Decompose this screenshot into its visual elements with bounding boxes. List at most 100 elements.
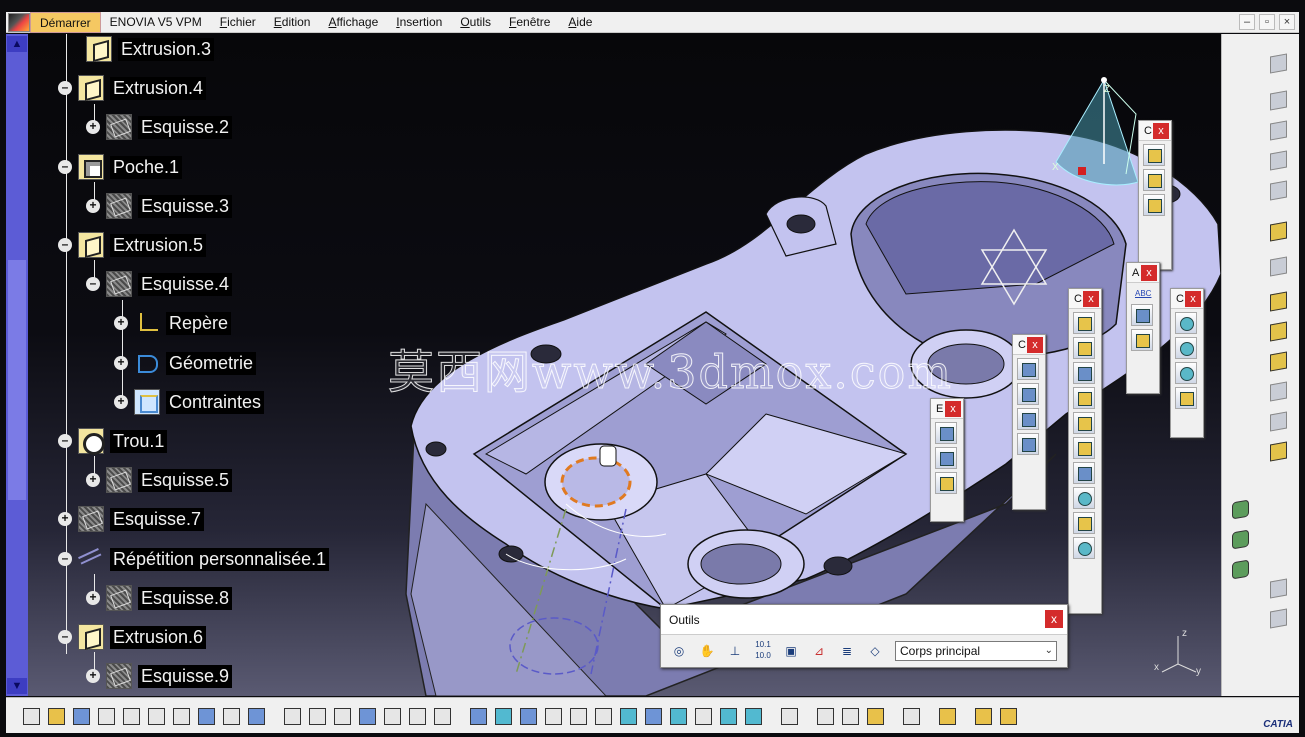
fly-icon[interactable]	[467, 705, 489, 727]
open-folder-icon[interactable]	[45, 705, 67, 727]
menu-tools[interactable]: Outils	[451, 12, 500, 33]
measure-item-icon[interactable]	[839, 705, 861, 727]
pocket-icon[interactable]	[1266, 349, 1290, 373]
swap-space-icon[interactable]	[742, 705, 764, 727]
tool-button[interactable]	[1266, 118, 1290, 142]
zoom-in-icon[interactable]	[567, 705, 589, 727]
text-abc-label[interactable]: ABC	[1135, 289, 1151, 298]
tool-button[interactable]	[972, 705, 994, 727]
tree-node[interactable]: + Esquisse.2	[86, 112, 233, 142]
tree-node[interactable]: + Géometrie	[114, 348, 257, 378]
scale-button[interactable]: 10.1 10.0	[751, 639, 775, 663]
tool-button[interactable]	[381, 705, 403, 727]
tree-node[interactable]: + Esquisse.8	[86, 583, 233, 613]
redo-icon[interactable]	[220, 705, 242, 727]
tree-node[interactable]: + Esquisse.5	[86, 465, 233, 495]
tool-button[interactable]	[1073, 462, 1095, 484]
print-icon[interactable]	[95, 705, 117, 727]
shading-icon[interactable]	[692, 705, 714, 727]
tool-button[interactable]	[1266, 178, 1290, 202]
menu-insert[interactable]: Insertion	[387, 12, 451, 33]
tool-button[interactable]	[1073, 362, 1095, 384]
tree-node[interactable]: + Esquisse.3	[86, 191, 233, 221]
tool-button[interactable]	[1228, 497, 1252, 521]
tree-node[interactable]: – Trou.1	[58, 426, 168, 456]
iso-view-icon[interactable]	[667, 705, 689, 727]
line-tool-button[interactable]	[935, 447, 957, 469]
expand-icon[interactable]: +	[86, 669, 100, 683]
measure-icon[interactable]: ⊿	[807, 639, 831, 663]
shaft-icon[interactable]	[1266, 319, 1290, 343]
table-icon[interactable]	[356, 705, 378, 727]
tool-button[interactable]	[1175, 312, 1197, 334]
tool-button[interactable]	[431, 705, 453, 727]
pan-icon[interactable]	[517, 705, 539, 727]
tool-button[interactable]	[1017, 433, 1039, 455]
close-button[interactable]: ×	[1279, 14, 1295, 30]
tool-button[interactable]	[1073, 512, 1095, 534]
measure-between-icon[interactable]	[814, 705, 836, 727]
tool-button[interactable]	[1073, 312, 1095, 334]
close-icon[interactable]: x	[945, 401, 961, 417]
collapse-icon[interactable]: –	[58, 81, 72, 95]
rib-icon[interactable]	[1266, 439, 1290, 463]
rotate-icon[interactable]	[542, 705, 564, 727]
collapse-icon[interactable]: –	[58, 552, 72, 566]
menu-edit[interactable]: Edition	[265, 12, 320, 33]
undo-icon[interactable]	[195, 705, 217, 727]
menu-view[interactable]: Affichage	[319, 12, 387, 33]
close-icon[interactable]: x	[1045, 610, 1063, 628]
comment-icon[interactable]	[306, 705, 328, 727]
groove-icon[interactable]	[1266, 379, 1290, 403]
tool-button[interactable]	[1266, 576, 1290, 600]
tool-button[interactable]	[1228, 557, 1252, 581]
tool-button[interactable]	[1266, 148, 1290, 172]
sketch-icon[interactable]	[1266, 254, 1290, 278]
close-icon[interactable]: x	[1185, 291, 1201, 307]
tool-button[interactable]	[1073, 487, 1095, 509]
close-icon[interactable]: x	[1083, 291, 1099, 307]
current-body-select[interactable]: Corps principal ⌄	[895, 641, 1057, 661]
tool-button[interactable]	[1228, 527, 1252, 551]
tool-button[interactable]	[1073, 387, 1095, 409]
tool-button[interactable]	[1266, 606, 1290, 630]
tool-button[interactable]	[1073, 337, 1095, 359]
copy-icon[interactable]	[145, 705, 167, 727]
material-icon[interactable]	[936, 705, 958, 727]
expand-icon[interactable]: +	[58, 512, 72, 526]
capture-icon[interactable]	[900, 705, 922, 727]
tool-button[interactable]	[778, 705, 800, 727]
tool-button[interactable]	[1131, 304, 1153, 326]
3d-viewport[interactable]: 莫西网www.3dmox.com X Z z x y ▲ ▼ Extrusion…	[6, 34, 1221, 696]
tool-button[interactable]	[331, 705, 353, 727]
tool-button[interactable]	[1175, 337, 1197, 359]
grid-icon[interactable]: ▣	[779, 639, 803, 663]
formula-icon[interactable]	[281, 705, 303, 727]
tool-button[interactable]	[1143, 169, 1165, 191]
tool-button[interactable]	[997, 705, 1019, 727]
close-icon[interactable]: x	[1141, 265, 1157, 281]
tree-node[interactable]: + Esquisse.7	[58, 504, 205, 534]
tree-node[interactable]: – Poche.1	[58, 152, 183, 182]
cut-icon[interactable]	[120, 705, 142, 727]
menu-window[interactable]: Fenêtre	[500, 12, 559, 33]
inertia-icon[interactable]	[864, 705, 886, 727]
minimize-button[interactable]: –	[1239, 14, 1255, 30]
catia-app-icon[interactable]	[8, 12, 30, 32]
menu-start[interactable]: Démarrer	[30, 11, 101, 33]
tool-button[interactable]	[1266, 88, 1290, 112]
tool-button[interactable]	[1017, 358, 1039, 380]
expand-icon[interactable]: +	[86, 199, 100, 213]
collapse-icon[interactable]: –	[86, 277, 100, 291]
tree-node[interactable]: Extrusion.3	[86, 34, 215, 64]
tree-node[interactable]: – Esquisse.4	[86, 269, 233, 299]
update-icon[interactable]: ◎	[667, 639, 691, 663]
normal-view-icon[interactable]	[617, 705, 639, 727]
tool-button[interactable]	[1175, 387, 1197, 409]
collapse-icon[interactable]: –	[58, 238, 72, 252]
save-icon[interactable]	[70, 705, 92, 727]
tool-button[interactable]	[1017, 383, 1039, 405]
tool-button[interactable]	[1017, 408, 1039, 430]
list-icon[interactable]: ≣	[835, 639, 859, 663]
hide-show-icon[interactable]	[717, 705, 739, 727]
